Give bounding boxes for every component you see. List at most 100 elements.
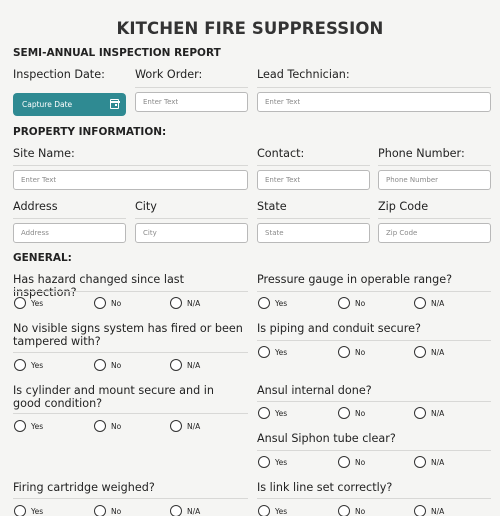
- radio-label: Yes: [275, 299, 288, 308]
- radio-label: N/A: [187, 299, 201, 308]
- question-label: Is cylinder and mount secure and in good…: [13, 384, 214, 410]
- divider: [13, 291, 248, 292]
- radio-no[interactable]: [94, 297, 106, 309]
- radio-na[interactable]: [414, 346, 426, 358]
- state-input[interactable]: State: [257, 223, 370, 243]
- general-heading: GENERAL:: [13, 252, 72, 264]
- radio-label: N/A: [187, 507, 201, 516]
- radio-no[interactable]: [338, 407, 350, 419]
- divider: [135, 87, 248, 88]
- radio-label: N/A: [431, 458, 445, 467]
- radio-no[interactable]: [94, 359, 106, 371]
- radio-na[interactable]: [414, 456, 426, 468]
- inspection-date-label: Inspection Date:: [13, 68, 105, 81]
- radio-label: Yes: [275, 458, 288, 467]
- address-label: Address: [13, 200, 58, 213]
- divider: [257, 498, 491, 499]
- radio-na[interactable]: [170, 359, 182, 371]
- radio-yes[interactable]: [258, 456, 270, 468]
- radio-label: No: [111, 507, 122, 516]
- radio-label: Yes: [31, 361, 44, 370]
- divider: [13, 498, 248, 499]
- site-name-label: Site Name:: [13, 147, 75, 160]
- radio-label: Yes: [275, 409, 288, 418]
- question-label: Is piping and conduit secure?: [257, 322, 421, 335]
- radio-yes[interactable]: [14, 359, 26, 371]
- radio-yes[interactable]: [258, 505, 270, 516]
- question-label: Firing cartridge weighed?: [13, 481, 155, 494]
- radio-na[interactable]: [170, 297, 182, 309]
- radio-yes[interactable]: [258, 346, 270, 358]
- zip-code-input[interactable]: Zip Code: [378, 223, 491, 243]
- radio-no[interactable]: [338, 297, 350, 309]
- question-label: Is link line set correctly?: [257, 481, 393, 494]
- radio-label: No: [355, 507, 366, 516]
- radio-label: Yes: [31, 422, 44, 431]
- radio-label: No: [111, 299, 122, 308]
- divider: [378, 165, 491, 166]
- property-heading: PROPERTY INFORMATION:: [13, 126, 167, 138]
- contact-input[interactable]: Enter Text: [257, 170, 370, 190]
- radio-na[interactable]: [414, 505, 426, 516]
- radio-label: No: [355, 348, 366, 357]
- radio-label: N/A: [187, 361, 201, 370]
- radio-no[interactable]: [338, 346, 350, 358]
- radio-yes[interactable]: [14, 420, 26, 432]
- radio-label: N/A: [431, 507, 445, 516]
- phone-number-label: Phone Number:: [378, 147, 465, 160]
- radio-label: No: [355, 409, 366, 418]
- radio-no[interactable]: [94, 505, 106, 516]
- zip-code-label: Zip Code: [378, 200, 429, 213]
- radio-no[interactable]: [338, 456, 350, 468]
- divider: [378, 218, 491, 219]
- city-label: City: [135, 200, 157, 213]
- divider: [257, 165, 370, 166]
- radio-na[interactable]: [170, 505, 182, 516]
- radio-no[interactable]: [338, 505, 350, 516]
- radio-label: Yes: [31, 299, 44, 308]
- lead-technician-label: Lead Technician:: [257, 68, 350, 81]
- work-order-label: Work Order:: [135, 68, 203, 81]
- form-subtitle: SEMI-ANNUAL INSPECTION REPORT: [13, 47, 221, 59]
- radio-label: N/A: [431, 409, 445, 418]
- radio-label: N/A: [187, 422, 201, 431]
- lead-technician-input[interactable]: Enter Text: [257, 92, 491, 112]
- radio-label: Yes: [31, 507, 44, 516]
- radio-label: N/A: [431, 299, 445, 308]
- question-label: Ansul internal done?: [257, 384, 372, 397]
- radio-label: No: [355, 299, 366, 308]
- radio-label: No: [111, 422, 122, 431]
- address-input[interactable]: Address: [13, 223, 126, 243]
- divider: [13, 413, 248, 414]
- divider: [257, 401, 491, 402]
- city-input[interactable]: City: [135, 223, 248, 243]
- question-label: No visible signs system has fired or bee…: [13, 322, 243, 348]
- question-label: Ansul Siphon tube clear?: [257, 432, 396, 445]
- calendar-icon: [109, 99, 120, 109]
- site-name-input[interactable]: Enter Text: [13, 170, 248, 190]
- radio-na[interactable]: [414, 407, 426, 419]
- radio-yes[interactable]: [258, 297, 270, 309]
- radio-yes[interactable]: [14, 505, 26, 516]
- divider: [13, 352, 248, 353]
- divider: [257, 450, 491, 451]
- contact-label: Contact:: [257, 147, 305, 160]
- radio-yes[interactable]: [258, 407, 270, 419]
- radio-na[interactable]: [170, 420, 182, 432]
- phone-number-input[interactable]: Phone Number: [378, 170, 491, 190]
- divider: [13, 218, 126, 219]
- question-label: Pressure gauge in operable range?: [257, 273, 453, 286]
- radio-label: No: [355, 458, 366, 467]
- divider: [257, 218, 370, 219]
- radio-label: Yes: [275, 507, 288, 516]
- radio-label: No: [111, 361, 122, 370]
- capture-date-label: Capture Date: [22, 100, 73, 109]
- divider: [13, 165, 248, 166]
- work-order-input[interactable]: Enter Text: [135, 92, 248, 112]
- capture-date-button[interactable]: Capture Date: [13, 93, 126, 116]
- radio-label: N/A: [431, 348, 445, 357]
- radio-na[interactable]: [414, 297, 426, 309]
- radio-no[interactable]: [94, 420, 106, 432]
- radio-yes[interactable]: [14, 297, 26, 309]
- divider: [135, 218, 248, 219]
